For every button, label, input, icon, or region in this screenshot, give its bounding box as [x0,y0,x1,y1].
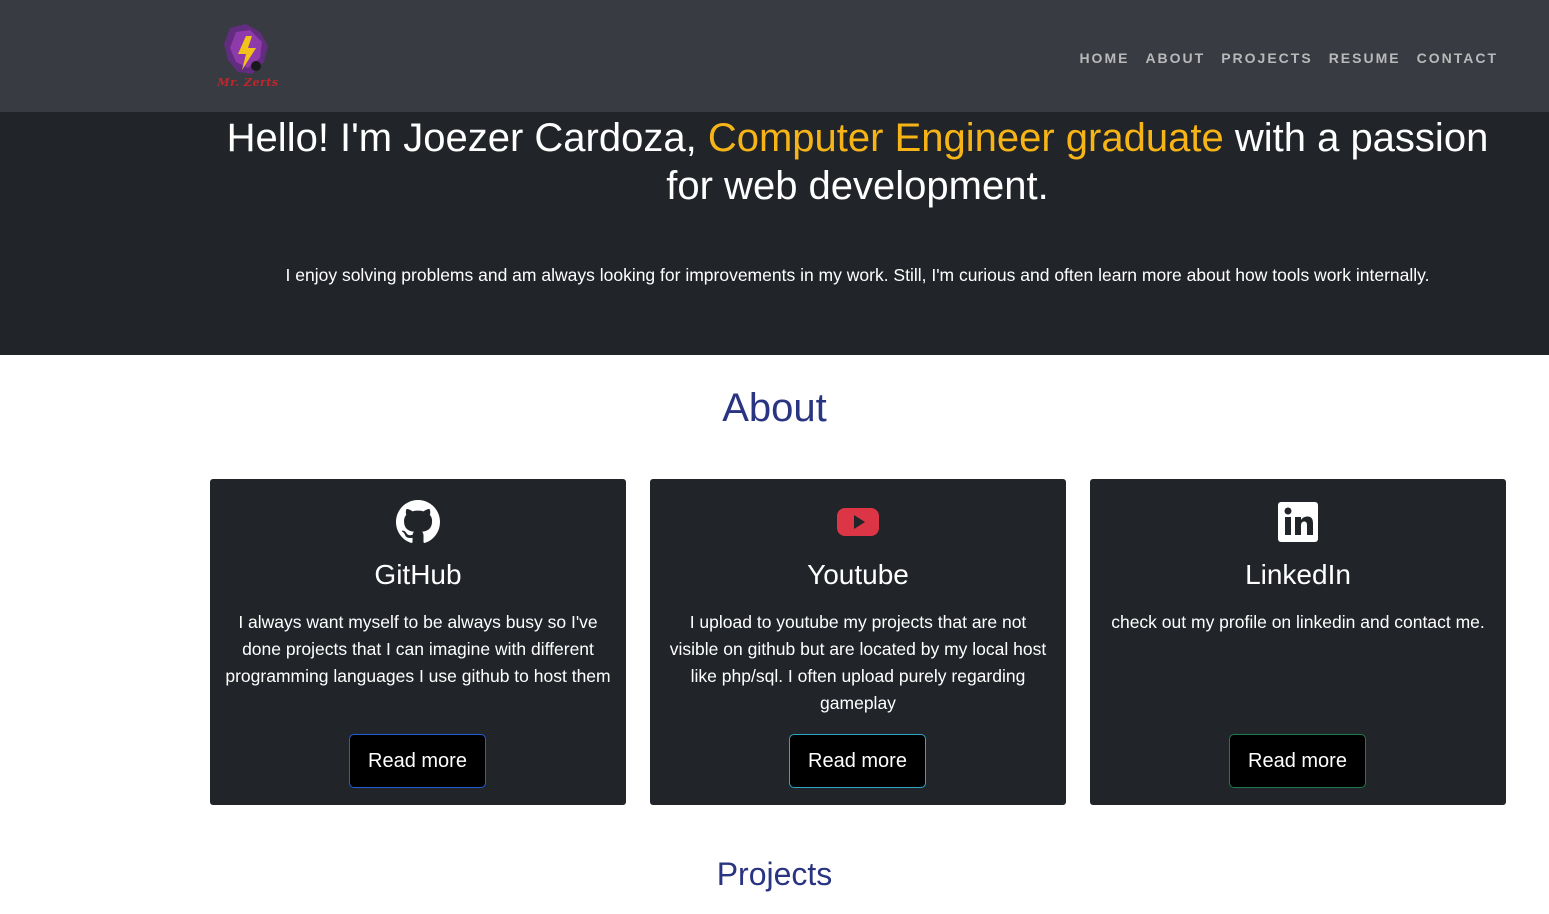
logo-icon [224,24,268,74]
youtube-card: Youtube I upload to youtube my projects … [650,479,1066,805]
hero-section: Hello! I'm Joezer Cardoza, Computer Engi… [0,112,1549,355]
site-logo[interactable]: Mr. Zerts [216,22,280,94]
github-icon[interactable] [396,500,440,544]
about-heading: About [722,386,827,430]
youtube-icon[interactable] [836,500,880,544]
nav-link-contact[interactable]: CONTACT [1417,50,1498,66]
linkedin-card: LinkedIn check out my profile on linkedi… [1090,479,1506,805]
logo-text: Mr. Zerts [217,76,279,89]
github-card-title: GitHub [374,559,462,590]
linkedin-card-text: check out my profile on linkedin and con… [1111,612,1485,632]
projects-heading: Projects [716,856,833,892]
nav-menu: HOME ABOUT PROJECTS RESUME CONTACT [1079,50,1498,66]
youtube-read-more-button[interactable]: Read more [789,734,926,788]
youtube-card-title: Youtube [807,559,909,590]
linkedin-read-more-button[interactable]: Read more [1229,734,1366,788]
hero-title: Hello! I'm Joezer Cardoza, Computer Engi… [220,114,1495,210]
youtube-card-text: I upload to youtube my projects that are… [669,612,1047,713]
navbar: Mr. Zerts HOME ABOUT PROJECTS RESUME CON… [0,0,1549,112]
nav-link-home[interactable]: HOME [1079,50,1129,66]
nav-link-about[interactable]: ABOUT [1145,50,1205,66]
nav-link-projects[interactable]: PROJECTS [1221,50,1312,66]
github-read-more-button[interactable]: Read more [349,734,486,788]
hero-title-accent: Computer Engineer graduate [707,116,1224,160]
github-card-text: I always want myself to be always busy s… [225,612,611,686]
nav-link-resume[interactable]: RESUME [1329,50,1401,66]
linkedin-icon[interactable] [1276,500,1320,544]
linkedin-card-title: LinkedIn [1245,559,1351,590]
github-card: GitHub I always want myself to be always… [210,479,626,805]
hero-subtitle: I enjoy solving problems and am always l… [285,265,1430,285]
hero-title-intro: Hello! I'm Joezer Cardoza, [226,116,708,160]
